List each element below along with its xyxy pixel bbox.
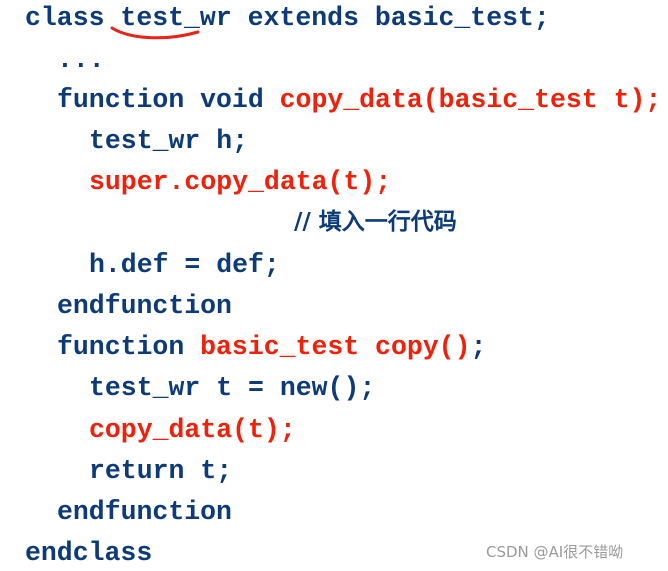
handwritten-underline-icon (110, 26, 200, 40)
code-line-new-object: test_wr t = new(); (89, 373, 376, 403)
code-line-copy-data-call: copy_data(t); (89, 415, 296, 445)
code-line-return: return t; (89, 456, 233, 486)
code-line-copy-decl: function basic_test copy(); (57, 332, 486, 362)
function-keyword: function (57, 332, 201, 362)
code-line-endfunction-2: endfunction (57, 497, 232, 527)
keyword-class: class (25, 3, 121, 33)
code-line-endclass: endclass (25, 538, 153, 568)
semicolon: ; (470, 332, 487, 362)
code-line-ellipsis: ... (57, 45, 105, 75)
code-listing: class test_wr extends basic_test; ... fu… (0, 0, 668, 571)
code-line-handle-decl: test_wr h; (89, 126, 249, 156)
code-line-endfunction-1: endfunction (57, 291, 232, 321)
copy-data-signature: copy_data(basic_test t); (279, 85, 662, 115)
copy-signature: basic_test copy() (200, 332, 471, 362)
code-line-copy-data-decl: function void copy_data(basic_test t); (57, 85, 661, 115)
code-comment-fill-in: // 填入一行代码 (294, 209, 457, 235)
extends-clause: extends basic_test; (231, 3, 550, 33)
function-void-keyword: function void (57, 85, 280, 115)
watermark: CSDN @AI很不错呦 (486, 543, 624, 561)
code-line-class-decl: class test_wr extends basic_test; (25, 3, 550, 33)
code-line-super-call: super.copy_data(t); (89, 167, 392, 197)
code-line-assign-def: h.def = def; (89, 250, 280, 280)
